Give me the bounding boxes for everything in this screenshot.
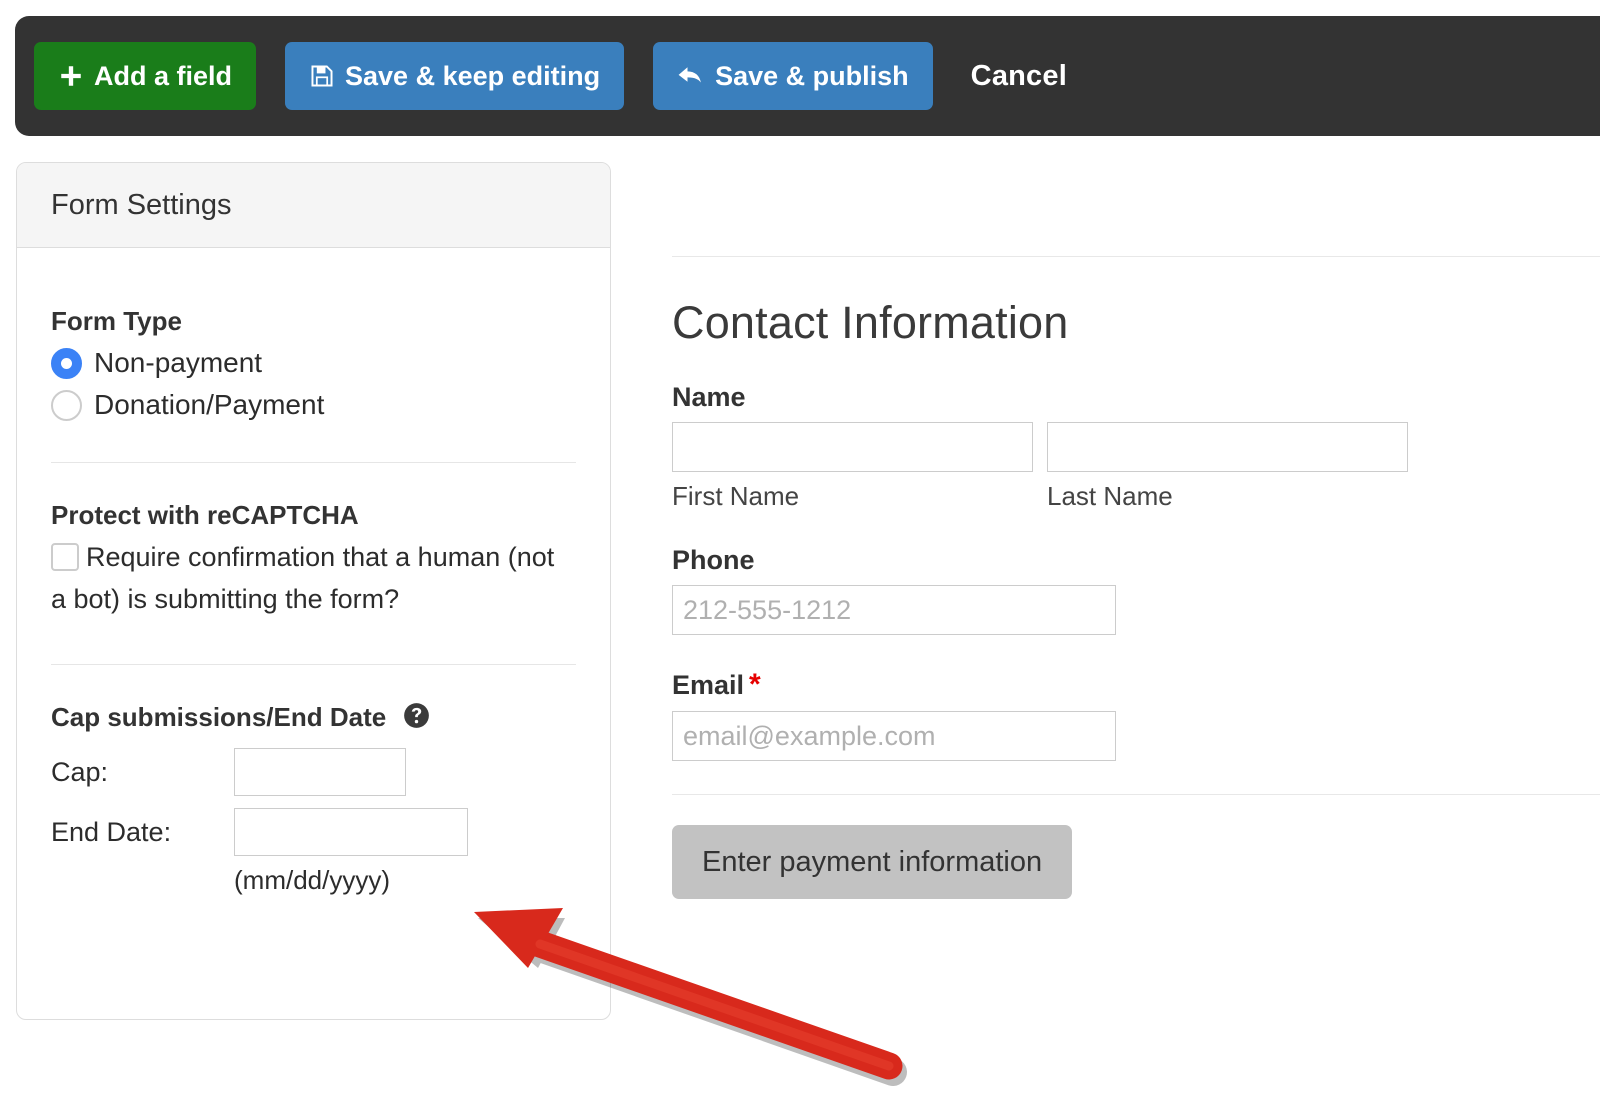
recaptcha-checkbox-row[interactable]: Require confirmation that a human (not a…	[51, 537, 576, 621]
radio-option-non-payment[interactable]: Non-payment	[51, 347, 576, 379]
last-name-sublabel: Last Name	[1047, 481, 1173, 511]
save-publish-label: Save & publish	[715, 60, 909, 91]
cancel-button[interactable]: Cancel	[965, 59, 1073, 94]
form-settings-panel: Form Settings Form Type Non-payment Dona…	[16, 162, 611, 1020]
save-keep-editing-button[interactable]: Save & keep editing	[285, 42, 625, 110]
cap-input[interactable]	[234, 748, 406, 797]
email-field-label: Email *	[672, 668, 1600, 702]
cap-submissions-group: Cap submissions/End Date Cap: End Date: …	[51, 665, 576, 896]
form-settings-title: Form Settings	[51, 188, 232, 221]
recaptcha-checkbox-label: Require confirmation that a human (not a…	[51, 542, 555, 615]
curved-reply-arrow-icon	[677, 63, 705, 89]
add-a-field-button[interactable]: Add a field	[34, 42, 257, 110]
end-date-label: End Date:	[51, 816, 172, 847]
form-bottom-divider	[672, 794, 1600, 795]
radio-donation-payment-input[interactable]	[51, 389, 82, 421]
radio-non-payment-input[interactable]	[51, 347, 82, 379]
form-preview-pane: Contact Information Name First Name Last…	[672, 150, 1600, 1104]
date-format-hint: (mm/dd/yyyy)	[234, 865, 390, 896]
first-name-sublabel: First Name	[672, 481, 800, 511]
radio-donation-payment-label: Donation/Payment	[94, 389, 325, 421]
form-settings-body: Form Type Non-payment Donation/Payment P…	[17, 248, 610, 896]
end-date-input[interactable]	[234, 808, 468, 857]
editor-toolbar: Add a field Save & keep editing Save & p…	[15, 16, 1600, 136]
plus-icon	[58, 63, 84, 89]
form-settings-header: Form Settings	[17, 163, 610, 248]
add-a-field-label: Add a field	[94, 60, 233, 91]
form-type-group: Form Type Non-payment Donation/Payment	[51, 248, 576, 421]
cap-label: Cap:	[51, 756, 109, 787]
radio-non-payment-label: Non-payment	[94, 347, 263, 379]
save-keep-editing-label: Save & keep editing	[345, 60, 601, 91]
end-date-field-row: End Date:	[51, 808, 576, 857]
enter-payment-information-button[interactable]: Enter payment information	[672, 825, 1073, 899]
required-asterisk: *	[749, 668, 761, 701]
cap-field-row: Cap:	[51, 748, 576, 797]
first-name-column: First Name	[672, 422, 1033, 512]
form-type-title: Form Type	[51, 306, 182, 336]
floppy-disk-save-icon	[309, 63, 335, 89]
cap-submissions-title: Cap submissions/End Date	[51, 702, 576, 736]
cap-submissions-title-text: Cap submissions/End Date	[51, 702, 387, 733]
recaptcha-group: Protect with reCAPTCHA Require confirmat…	[51, 463, 576, 621]
name-fields-row: First Name Last Name	[672, 422, 1600, 512]
phone-field-label: Phone	[672, 545, 755, 575]
email-label-text: Email	[672, 670, 745, 700]
save-publish-button[interactable]: Save & publish	[653, 42, 933, 110]
page-title: Contact Information	[672, 297, 1069, 348]
recaptcha-checkbox[interactable]	[51, 543, 79, 572]
name-field-label: Name	[672, 382, 746, 412]
last-name-input[interactable]	[1047, 422, 1408, 472]
phone-input[interactable]	[672, 585, 1116, 635]
last-name-column: Last Name	[1047, 422, 1408, 512]
radio-option-donation-payment[interactable]: Donation/Payment	[51, 389, 576, 421]
question-mark-circle-icon[interactable]	[403, 702, 430, 736]
email-input[interactable]	[672, 711, 1116, 761]
first-name-input[interactable]	[672, 422, 1033, 472]
recaptcha-title: Protect with reCAPTCHA	[51, 500, 359, 531]
